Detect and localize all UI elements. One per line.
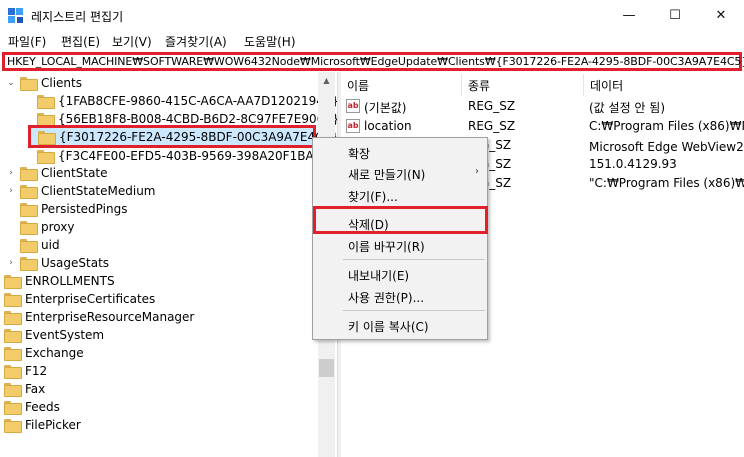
delete-highlight-box	[313, 206, 488, 234]
tree-item-proxy[interactable]: proxy	[20, 218, 74, 236]
chevron-right-icon[interactable]: ›	[6, 168, 16, 178]
chevron-right-icon[interactable]: ›	[6, 186, 16, 196]
menu-separator	[343, 310, 485, 311]
tree-item-selected-key[interactable]: {F3017226-FE2A-4295-8BDF-00C3A9A7E4C5}	[28, 125, 337, 148]
menu-item-new[interactable]: 새로 만들기(N) ›	[313, 162, 489, 184]
menu-file[interactable]: 파일(F)	[8, 33, 46, 50]
folder-icon	[37, 95, 55, 109]
menu-bar: 파일(F) 편집(E) 보기(V) 즐겨찾기(A) 도움말(H)	[0, 31, 744, 51]
tree-item-enrollments[interactable]: ENROLLMENTS	[4, 272, 115, 290]
folder-icon	[4, 401, 22, 415]
folder-icon	[20, 257, 38, 271]
folder-icon	[20, 185, 38, 199]
folder-icon	[38, 130, 56, 145]
tree-item-eventsystem[interactable]: EventSystem	[4, 326, 104, 344]
tree-item-clientstatemedium[interactable]: › ClientStateMedium	[6, 182, 156, 200]
tree-item-feeds[interactable]: Feeds	[4, 398, 60, 416]
tree-item-f12[interactable]: F12	[4, 362, 47, 380]
menu-item-permissions[interactable]: 사용 권한(P)...	[313, 285, 489, 307]
folder-icon	[37, 150, 55, 164]
value-row[interactable]: ab location REG_SZ C:₩Program Files (x86…	[346, 118, 744, 137]
scroll-up-arrow-icon[interactable]: ▲	[318, 72, 335, 89]
menu-item-rename[interactable]: 이름 바꾸기(R)	[313, 234, 489, 256]
address-bar[interactable]: HKEY_LOCAL_MACHINE₩SOFTWARE₩WOW6432Node₩…	[2, 52, 744, 71]
close-button[interactable]: ✕	[698, 0, 744, 31]
menu-item-copy-key-name[interactable]: 키 이름 복사(C)	[313, 314, 489, 336]
chevron-right-icon[interactable]: ›	[6, 258, 16, 268]
minimize-button[interactable]: —	[606, 0, 652, 31]
address-path: HKEY_LOCAL_MACHINE₩SOFTWARE₩WOW6432Node₩…	[7, 55, 744, 68]
column-header-data[interactable]: 데이터	[584, 74, 744, 96]
folder-icon	[20, 203, 38, 217]
folder-icon	[20, 221, 38, 235]
string-value-icon: ab	[346, 99, 360, 113]
chevron-down-icon[interactable]: ⌄	[6, 78, 16, 88]
registry-editor-icon	[8, 8, 23, 23]
folder-icon	[37, 113, 55, 127]
folder-icon	[4, 347, 22, 361]
menu-item-export[interactable]: 내보내기(E)	[313, 263, 489, 285]
folder-icon	[4, 419, 22, 433]
menu-view[interactable]: 보기(V)	[112, 33, 152, 50]
column-header-type[interactable]: 종류	[462, 74, 584, 96]
column-header-name[interactable]: 이름	[341, 74, 462, 96]
tree-item-subkey[interactable]: {F3C4FE00-EFD5-403B-9569-398A20F1BA4A}	[37, 147, 337, 165]
menu-help[interactable]: 도움말(H)	[244, 33, 296, 50]
tree-item-exchange[interactable]: Exchange	[4, 344, 84, 362]
menu-item-find[interactable]: 찾기(F)...	[313, 184, 489, 206]
title-bar: 레지스트리 편집기 — ☐ ✕	[0, 0, 744, 31]
string-value-icon: ab	[346, 119, 360, 133]
tree-item-subkey[interactable]: {1FAB8CFE-9860-415C-A6CA-AA7D12021940}	[37, 92, 337, 110]
tree-item-filepicker[interactable]: FilePicker	[4, 416, 81, 434]
tree-item-usagestats[interactable]: › UsageStats	[6, 254, 109, 272]
maximize-button[interactable]: ☐	[652, 0, 698, 31]
menu-separator	[343, 259, 485, 260]
menu-favorites[interactable]: 즐겨찾기(A)	[165, 33, 227, 50]
tree-item-uid[interactable]: uid	[20, 236, 60, 254]
scrollbar-thumb[interactable]	[319, 359, 334, 377]
tree-item-fax[interactable]: Fax	[4, 380, 45, 398]
folder-icon	[4, 293, 22, 307]
folder-icon	[4, 311, 22, 325]
menu-edit[interactable]: 편집(E)	[61, 33, 100, 50]
folder-icon	[20, 77, 38, 91]
folder-icon	[4, 275, 22, 289]
value-row[interactable]: ab (기본값) REG_SZ (값 설정 안 됨)	[346, 98, 744, 117]
tree-item-clients[interactable]: ⌄ Clients	[6, 74, 82, 92]
tree-item-persistedpings[interactable]: PersistedPings	[20, 200, 127, 218]
menu-item-expand[interactable]: 확장	[313, 141, 489, 163]
folder-icon	[4, 365, 22, 379]
folder-icon	[4, 383, 22, 397]
folder-icon	[20, 167, 38, 181]
chevron-right-icon: ›	[475, 166, 479, 177]
tree-item-enterprisecertificates[interactable]: EnterpriseCertificates	[4, 290, 155, 308]
folder-icon	[4, 329, 22, 343]
window-title: 레지스트리 편집기	[31, 10, 124, 24]
tree-item-clientstate[interactable]: › ClientState	[6, 164, 108, 182]
tree-item-enterpriseresourcemanager[interactable]: EnterpriseResourceManager	[4, 308, 194, 326]
tree-pane: ⌄ Clients {1FAB8CFE-9860-415C-A6CA-AA7D1…	[0, 72, 337, 457]
folder-icon	[20, 239, 38, 253]
context-menu: 확장 새로 만들기(N) › 찾기(F)... 삭제(D) 이름 바꾸기(R) …	[312, 137, 488, 340]
